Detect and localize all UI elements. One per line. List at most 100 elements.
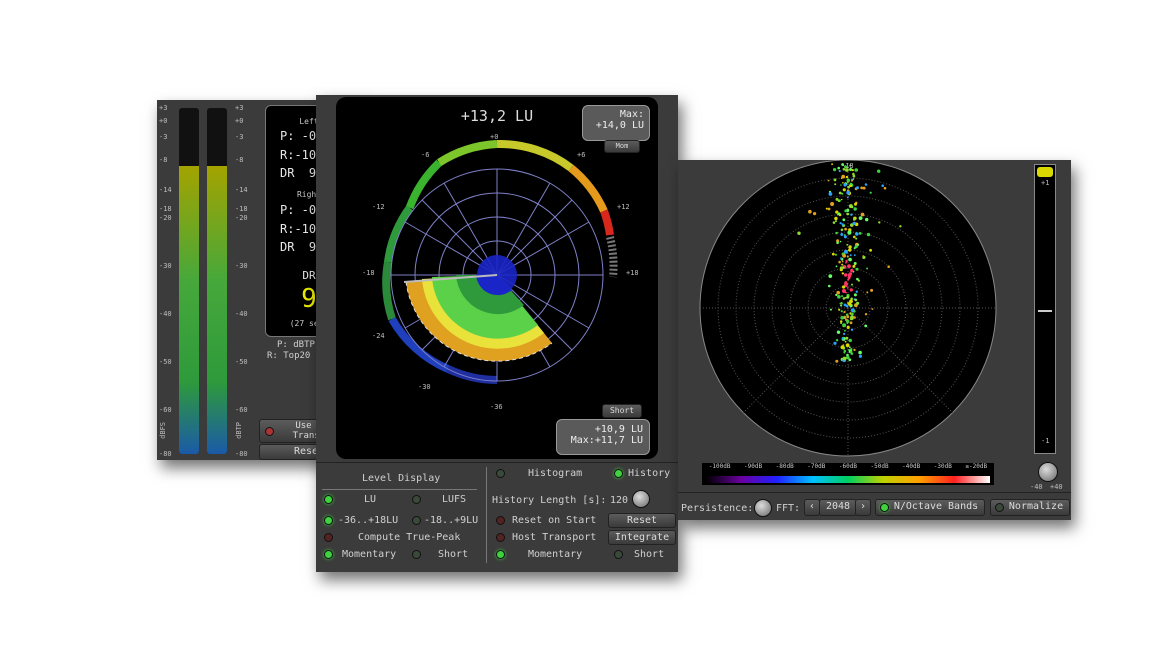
scatter-point: [848, 346, 851, 348]
momentary-left-option[interactable]: Momentary: [342, 549, 396, 560]
range2-option[interactable]: -18..+9LU: [424, 515, 478, 526]
scatter-point: [840, 177, 843, 179]
scatter-point: [849, 182, 853, 185]
scatter-point: [853, 348, 856, 352]
scatter-point: [856, 277, 859, 281]
host-transport-led: [265, 427, 274, 436]
scatter-point: [845, 259, 848, 263]
scatter-point: [837, 212, 841, 216]
scatter-point: [855, 290, 858, 293]
octave-bands-button[interactable]: N/Octave Bands: [875, 499, 985, 516]
histogram-led[interactable]: [496, 469, 505, 478]
short-left-led[interactable]: [412, 550, 421, 559]
scatter-point: [847, 278, 850, 281]
scatter-point: [850, 268, 854, 273]
tick-6: +6: [577, 151, 586, 159]
scatter-point: [840, 257, 843, 260]
true-peak-option[interactable]: Compute True-Peak: [358, 532, 460, 543]
reset-on-start-option[interactable]: Reset on Start: [512, 515, 596, 526]
scatter-point: [849, 316, 854, 321]
scatter-point: [847, 264, 851, 268]
scatter-point: [858, 216, 863, 220]
scatter-point: [852, 172, 855, 176]
lu-option[interactable]: LU: [364, 494, 376, 505]
momentary-right-option[interactable]: Momentary: [528, 549, 582, 560]
scatter-point: [849, 254, 852, 257]
integrate-button[interactable]: Integrate: [608, 530, 676, 545]
scatter-point: [833, 168, 837, 172]
lufs-led[interactable]: [412, 495, 421, 504]
scatter-point: [852, 221, 856, 226]
scatter-point: [849, 351, 853, 354]
gain-knob[interactable]: [1038, 462, 1058, 482]
scatter-point: [848, 248, 852, 252]
scatter-point: [850, 328, 854, 331]
short-left-option[interactable]: Short: [438, 549, 468, 560]
normalize-button[interactable]: Normalize: [990, 499, 1070, 516]
scatter-point: [853, 218, 856, 221]
radar-display: +0 +6 +12 +18 -6 -12 -18 -24 -30 -36 +13…: [336, 97, 658, 459]
range2-led[interactable]: [412, 516, 421, 525]
scatter-point: [837, 295, 841, 299]
reset-on-start-led[interactable]: [496, 516, 505, 525]
scatter-point: [854, 202, 857, 206]
scatter-point: [833, 178, 837, 182]
short-right-led[interactable]: [614, 550, 623, 559]
range1-led[interactable]: [324, 516, 333, 525]
scatter-point: [869, 248, 872, 252]
host-transport-option-led[interactable]: [496, 533, 505, 542]
range1-option[interactable]: -36..+18LU: [338, 515, 398, 526]
scatter-point: [828, 192, 833, 196]
scatter-point: [838, 169, 841, 173]
scatter-point: [860, 212, 865, 217]
short-right-option[interactable]: Short: [634, 549, 664, 560]
scatter-point: [839, 222, 842, 225]
scatter-point: [835, 210, 839, 214]
history-length-label: History Length [s]:: [492, 495, 607, 506]
lufs-option[interactable]: LUFS: [442, 494, 466, 505]
momentary-left-led[interactable]: [324, 550, 333, 559]
host-transport-option[interactable]: Host Transport: [512, 532, 596, 543]
scatter-point: [838, 260, 841, 264]
history-length-knob[interactable]: [632, 490, 650, 508]
true-peak-led[interactable]: [324, 533, 333, 542]
scatter-point: [843, 183, 847, 187]
scatter-point: [844, 249, 848, 254]
short-button[interactable]: Short: [602, 404, 642, 418]
scatter-point: [841, 266, 845, 269]
scatter-point: [883, 186, 887, 190]
knob-min: -40: [1030, 483, 1043, 491]
history-option[interactable]: History: [628, 468, 670, 479]
scatter-point: [856, 301, 860, 305]
scatter-point: [841, 272, 844, 275]
persistence-knob[interactable]: [754, 499, 772, 517]
history-led[interactable]: [614, 469, 623, 478]
scatter-point: [843, 332, 846, 335]
tick-m6: -6: [421, 151, 430, 159]
scatter-point: [852, 264, 856, 268]
lu-led[interactable]: [324, 495, 333, 504]
scatter-point: [835, 359, 839, 363]
histogram-option[interactable]: Histogram: [528, 468, 582, 479]
scatter-point: [846, 196, 849, 199]
momentary-right-led[interactable]: [496, 550, 505, 559]
scatter-point: [840, 233, 844, 236]
scatter-point: [840, 184, 842, 186]
scatter-point: [887, 265, 890, 268]
scatter-point: [836, 330, 841, 334]
fft-next-button[interactable]: ›: [855, 499, 871, 516]
max-box: Max: +14,0 LU: [582, 105, 650, 141]
scatter-point: [858, 232, 862, 235]
scatter-point: [825, 207, 828, 210]
tick-0: +0: [490, 133, 499, 141]
mom-button[interactable]: Mom: [604, 140, 640, 153]
tick-12: +12: [617, 203, 630, 211]
scatter-point: [864, 183, 868, 186]
fft-prev-button[interactable]: ‹: [804, 499, 820, 516]
scatter-point: [831, 252, 835, 256]
scatter-point: [841, 295, 844, 298]
scatter-point: [827, 207, 831, 211]
radar-reset-button[interactable]: Reset: [608, 513, 676, 528]
scatter-point: [846, 178, 851, 183]
scatter-point: [850, 348, 853, 351]
